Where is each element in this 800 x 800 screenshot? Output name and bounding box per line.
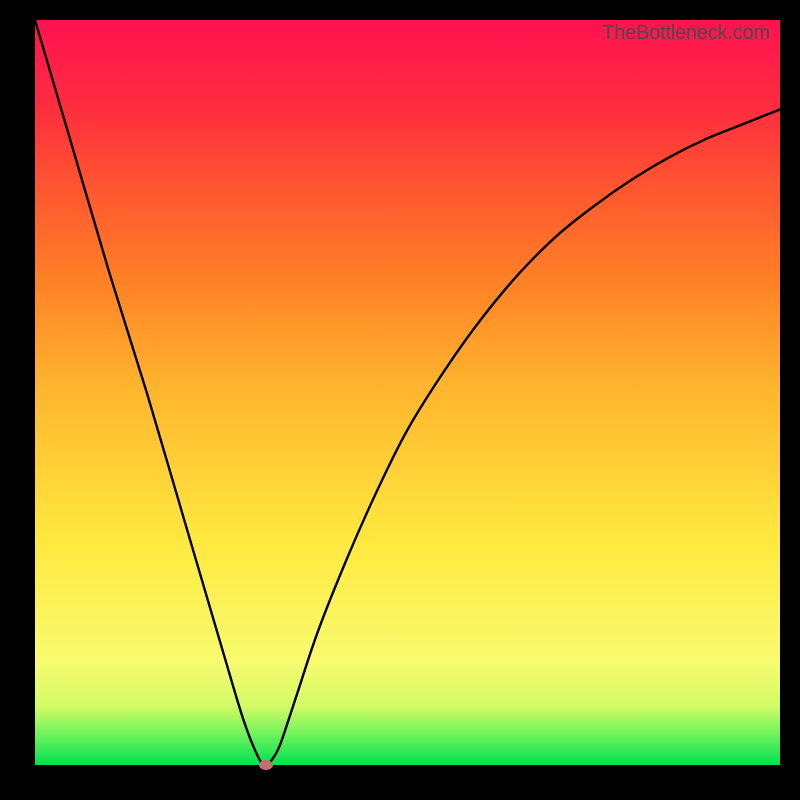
bottleneck-curve [35, 20, 780, 765]
chart-frame: TheBottleneck.com [0, 0, 800, 800]
watermark-text: TheBottleneck.com [602, 22, 770, 45]
minimum-marker [259, 760, 273, 770]
plot-area: TheBottleneck.com [35, 20, 780, 765]
